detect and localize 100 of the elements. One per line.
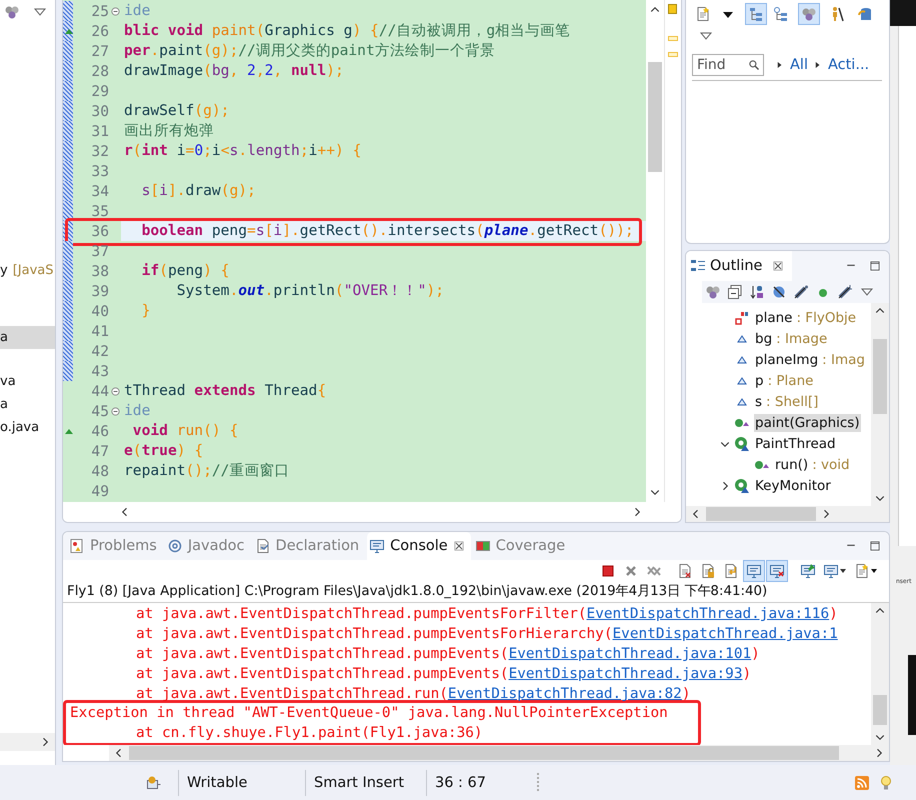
status-field: Smart Insert xyxy=(305,770,418,796)
outline-item[interactable]: bg : Image xyxy=(754,330,828,348)
console-text: at java.awt.EventDispatchThread.pumpEventsForFilter( xyxy=(136,606,587,622)
console-text: at java.awt.EventDispatchThread.run( xyxy=(136,686,448,702)
code-line: drawSelf(g); xyxy=(123,101,230,121)
console-text: at java.awt.EventDispatchThread.pumpEvents( xyxy=(136,646,509,662)
outline-item[interactable]: KeyMonitor xyxy=(754,476,832,494)
monitor-icon[interactable] xyxy=(743,560,765,582)
line-number: 45 xyxy=(90,402,109,420)
tree-item[interactable]: va xyxy=(0,370,55,393)
tree-item[interactable]: y [JavaS xyxy=(0,259,55,282)
group-icon[interactable] xyxy=(798,3,820,25)
vertical-scrollbar[interactable] xyxy=(871,303,889,506)
line-number: 41 xyxy=(90,322,109,340)
outline-item[interactable]: run() : void xyxy=(774,456,851,474)
find-field[interactable]: Find xyxy=(692,54,764,76)
line-number: 48 xyxy=(90,462,109,480)
outline-item[interactable]: plane : FlyObje xyxy=(754,308,858,326)
declaration-icon[interactable] xyxy=(254,538,271,554)
collapse-all-icon[interactable] xyxy=(727,284,743,300)
code-line: ide xyxy=(123,1,152,21)
horizontal-scrollbar[interactable] xyxy=(109,745,889,761)
line-number: 29 xyxy=(90,82,109,100)
search-icon[interactable] xyxy=(748,59,760,71)
view-tab[interactable]: Javadoc xyxy=(188,538,245,554)
hide-fields-icon[interactable] xyxy=(771,284,787,300)
code-line: drawImage(bg, 2,2, null); xyxy=(123,61,345,81)
code-line: System.out.println("OVER！！"); xyxy=(176,281,445,301)
maximize-icon[interactable] xyxy=(869,540,881,552)
scroll-thumb[interactable] xyxy=(873,695,887,725)
window-title-bar xyxy=(890,0,916,26)
collapse-icon[interactable] xyxy=(110,386,120,396)
outline-item[interactable]: s : Shell[] xyxy=(754,392,820,410)
vertical-scrollbar[interactable] xyxy=(871,603,889,745)
hide-static-icon[interactable] xyxy=(793,284,809,300)
collapse-icon[interactable] xyxy=(110,406,120,416)
line-number: 35 xyxy=(90,202,109,220)
code-line: repaint();//重画窗口 xyxy=(123,461,290,481)
at-sign-icon[interactable] xyxy=(166,538,183,554)
code-line: blic void paint(Graphics g) {//自动被调用，g相当与画笔 xyxy=(123,21,572,41)
line-number: 38 xyxy=(90,262,109,280)
close-icon[interactable] xyxy=(452,540,465,552)
tree-item[interactable]: a xyxy=(0,393,55,416)
horizontal-scrollbar[interactable] xyxy=(0,733,55,751)
filter-link[interactable]: All xyxy=(790,57,808,73)
tree-item[interactable]: a xyxy=(0,326,55,349)
group-icon[interactable] xyxy=(4,4,20,20)
horizontal-scrollbar[interactable] xyxy=(686,506,889,522)
source-link[interactable]: EventDispatchThread.java:101 xyxy=(508,646,752,662)
sort-icon[interactable] xyxy=(749,284,765,300)
connection-icon[interactable] xyxy=(146,774,162,790)
source-link[interactable]: EventDispatchThread.java:116 xyxy=(586,606,830,622)
problems-icon[interactable] xyxy=(69,538,85,554)
code-line: ide xyxy=(123,401,152,421)
line-number: 25 xyxy=(90,2,109,20)
view-tab[interactable]: Coverage xyxy=(496,538,566,554)
view-tab[interactable]: Console xyxy=(390,538,448,554)
console-header: Fly1 (8) [Java Application] C:\Program Files\Java\jdk1.8.0_192\bin\javaw.exe (2019年4月13日 下午8:41:40) xyxy=(63,582,889,603)
outline-icon[interactable] xyxy=(690,258,706,274)
scroll-thumb[interactable] xyxy=(873,339,887,414)
outline-item[interactable]: PaintThread xyxy=(754,434,837,452)
tree-item[interactable]: o.java xyxy=(0,416,55,439)
line-number: 47 xyxy=(90,442,109,460)
tree-view-icon[interactable] xyxy=(745,3,767,25)
coverage-icon[interactable] xyxy=(474,538,491,554)
console-text: ) xyxy=(682,686,691,702)
line-number: 43 xyxy=(90,362,109,380)
code-line: tThread extends Thread{ xyxy=(123,381,328,401)
status-field: 36 : 67 xyxy=(426,770,529,796)
code-line: void run() { xyxy=(132,421,240,441)
source-link[interactable]: EventDispatchThread.java:1 xyxy=(612,626,838,642)
view-tab[interactable]: Declaration xyxy=(276,538,360,554)
code-line: per.paint(g);//调用父类的paint方法绘制一个背景 xyxy=(123,41,496,61)
group-icon[interactable] xyxy=(705,284,721,300)
outline-item[interactable]: planeImg : Imag xyxy=(754,350,866,368)
filter-link[interactable]: Acti... xyxy=(828,57,870,73)
outline-item[interactable]: p : Plane xyxy=(754,372,814,390)
console-text: Exception in thread "AWT-EventQueue-0" java.lang.NullPointerException xyxy=(70,705,668,721)
line-number: 28 xyxy=(90,62,109,80)
code-line: } xyxy=(140,301,152,321)
line-number: 26 xyxy=(90,22,109,40)
source-link[interactable]: EventDispatchThread.java:93 xyxy=(508,666,742,682)
outline-item[interactable]: paint(Graphics) xyxy=(754,414,861,432)
line-number: 31 xyxy=(90,122,109,140)
static-field-icon xyxy=(734,310,750,326)
scroll-thumb[interactable] xyxy=(648,62,662,172)
console-text: at cn.fly.shuye.Fly1.paint(Fly1.java:36) xyxy=(136,725,483,741)
class-icon xyxy=(734,478,750,494)
collapse-icon[interactable] xyxy=(110,6,120,16)
line-number: 49 xyxy=(90,482,109,500)
maximize-icon[interactable] xyxy=(869,260,881,272)
line-number: 30 xyxy=(90,102,109,120)
hide-local-types-icon[interactable] xyxy=(837,284,853,300)
view-tab[interactable]: Problems xyxy=(90,538,157,554)
console-icon[interactable] xyxy=(369,538,386,554)
close-icon[interactable] xyxy=(772,260,784,272)
code-line: 画出所有炮弹 xyxy=(123,121,215,141)
source-link[interactable]: EventDispatchThread.java:82 xyxy=(448,686,682,702)
monitor-error-icon[interactable] xyxy=(766,560,788,582)
line-number: 44 xyxy=(90,382,109,400)
